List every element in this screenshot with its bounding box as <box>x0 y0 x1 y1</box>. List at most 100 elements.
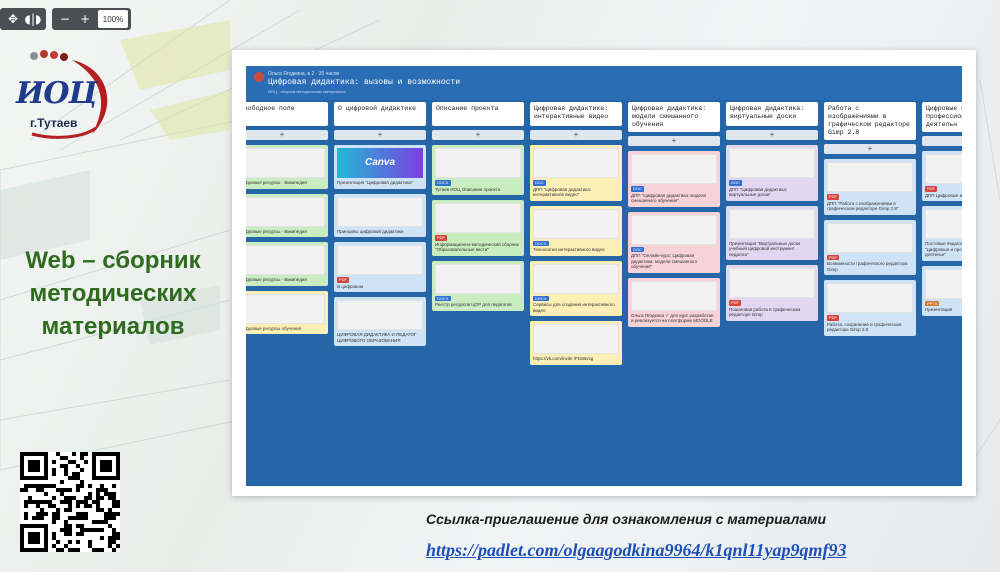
logo-text: ИОЦ <box>16 76 97 111</box>
qr-module <box>76 472 80 476</box>
qr-module <box>88 528 92 532</box>
qr-module <box>76 488 80 492</box>
post-card[interactable]: Цифровые ресурсы · Википедия <box>246 145 328 189</box>
qr-module <box>28 500 32 504</box>
post-card[interactable]: DOCX Технологии интерактивного видео <box>530 205 622 256</box>
qr-module <box>76 524 80 528</box>
post-card[interactable]: PDF Работа, сохранение и графическом реда… <box>824 280 916 336</box>
zoom-level[interactable]: 100% <box>98 10 128 28</box>
qr-module <box>36 512 40 516</box>
post-text: ДПП "Цифровая дидактика: модели смешанно… <box>631 192 706 204</box>
qr-module <box>76 540 80 544</box>
qr-module <box>88 504 92 508</box>
qr-module <box>64 524 68 528</box>
post-card[interactable]: Презентация "Виртуальные доски учебный ц… <box>726 205 818 260</box>
post-card[interactable]: ЦИФРОВАЯ ДИДАКТИКА И ПЕДАГОГ ЦИФРОВОГО О… <box>334 297 426 346</box>
post-thumbnail <box>246 148 325 178</box>
qr-module <box>52 512 56 516</box>
post-text: Реестр ресурсов ЦОР для педагогов <box>435 302 512 307</box>
qr-module <box>104 512 108 516</box>
post-card[interactable]: Цифровые ресурсы · Википедия <box>246 242 328 286</box>
qr-module <box>112 492 116 496</box>
post-thumbnail <box>925 268 962 299</box>
qr-module <box>68 532 72 536</box>
add-post-button[interactable]: + <box>922 136 962 146</box>
post-thumbnail <box>246 245 325 275</box>
post-text: Презентация "Виртуальные доски учебный ц… <box>729 240 801 257</box>
qr-module <box>96 548 100 552</box>
qr-module <box>60 500 64 504</box>
post-thumbnail <box>827 162 913 192</box>
qr-module <box>96 488 100 492</box>
qr-module <box>28 496 32 500</box>
post-card[interactable]: PDF ДПП "Работа с изображениями в графиче… <box>824 159 916 215</box>
qr-module <box>48 500 52 504</box>
post-card[interactable]: DOC ДПП "Цифровая дидактика: интерактивно… <box>530 145 622 201</box>
post-text: Презентация <box>925 307 953 312</box>
post-card[interactable]: DOC ДПП "Цифровая дидактика: виртуальные … <box>726 145 818 201</box>
qr-module <box>68 540 72 544</box>
file-type-badge: DOC <box>631 186 644 192</box>
qr-module <box>68 508 72 512</box>
qr-module <box>88 492 92 496</box>
qr-module <box>108 508 112 512</box>
qr-module <box>108 540 112 544</box>
qr-module <box>40 512 44 516</box>
post-card[interactable]: https://vk.com/invite /FDxBvsg <box>530 321 622 365</box>
post-card[interactable]: Постовые педагог работн Тутаев "Цифровые… <box>922 206 962 261</box>
qr-module <box>112 504 116 508</box>
qr-module <box>112 548 116 552</box>
add-post-button[interactable]: + <box>726 130 818 140</box>
column-title: Работа с изображениями в графическом ред… <box>824 102 916 140</box>
qr-module <box>96 492 100 496</box>
add-post-button[interactable]: + <box>246 130 328 140</box>
post-card[interactable]: PDFДПП Цифровые инструменты <box>922 151 962 201</box>
heading-line-2: методических <box>29 280 197 307</box>
padlet-board: Ольга Ягодкина, в 2 · 20 часов Цифровая … <box>246 66 962 486</box>
post-thumbnail <box>533 263 619 294</box>
move-icon[interactable]: ✥ <box>3 9 23 29</box>
qr-module <box>60 480 64 484</box>
audio-icon[interactable]: ◖|◗ <box>23 9 43 29</box>
post-card[interactable]: DOCX Тутаев ИОЦ Описание проекта <box>432 145 524 195</box>
qr-module <box>60 492 64 496</box>
qr-module <box>76 548 80 552</box>
post-card[interactable]: Принципы цифровой дидактики <box>334 193 426 237</box>
qr-module <box>80 512 84 516</box>
post-card[interactable]: DOCX Реестр ресурсов ЦОР для педагогов <box>432 260 524 311</box>
qr-module <box>64 488 68 492</box>
post-card[interactable]: PDF Информационно-методический сборник "О… <box>432 200 524 256</box>
post-card[interactable]: DOC ДПП "Онлайн-курс: Цифровая дидактика:… <box>628 211 720 273</box>
post-card[interactable]: DOCX Сервисы для создания интерактивного … <box>530 260 622 316</box>
qr-module <box>68 500 72 504</box>
qr-module <box>84 516 88 520</box>
add-post-button[interactable]: + <box>628 136 720 146</box>
qr-module <box>112 516 116 520</box>
add-post-button[interactable]: + <box>530 130 622 140</box>
post-card[interactable]: PPTX Презентация <box>922 265 962 316</box>
post-card[interactable]: DOC ДПП "Цифровая дидактика: модели смеша… <box>628 151 720 207</box>
add-post-button[interactable]: + <box>334 130 426 140</box>
post-card[interactable]: PDF Пошаговая работа в графическом редакт… <box>726 265 818 321</box>
post-card[interactable]: PDF Возможности графического редактора Gi… <box>824 219 916 275</box>
qr-module <box>76 484 80 488</box>
qr-module <box>64 472 68 476</box>
post-card[interactable]: PDF В цифровом <box>334 242 426 292</box>
add-post-button[interactable]: + <box>432 130 524 140</box>
qr-module <box>48 504 52 508</box>
add-post-button[interactable]: + <box>824 144 916 154</box>
qr-module <box>40 508 44 512</box>
qr-module <box>52 460 56 464</box>
post-card[interactable]: Canva Презентация "Цифровая дидактика" <box>334 145 426 189</box>
zoom-in-icon[interactable]: + <box>75 9 95 29</box>
qr-module <box>36 504 40 508</box>
post-card[interactable]: Ольга Ягодкина ✓ для курс разработан и р… <box>628 277 720 327</box>
qr-module <box>52 532 56 536</box>
zoom-out-icon[interactable]: − <box>55 9 75 29</box>
padlet-link[interactable]: https://padlet.com/olgaagodkina9964/k1qn… <box>426 540 847 561</box>
qr-code <box>20 452 120 552</box>
view-controls: ✥ ◖|◗ <box>0 8 46 30</box>
post-card[interactable]: Цифровые ресурсы обучения <box>246 290 328 334</box>
qr-module <box>24 516 28 520</box>
post-card[interactable]: Цифровые ресурсы · Википедия <box>246 193 328 237</box>
